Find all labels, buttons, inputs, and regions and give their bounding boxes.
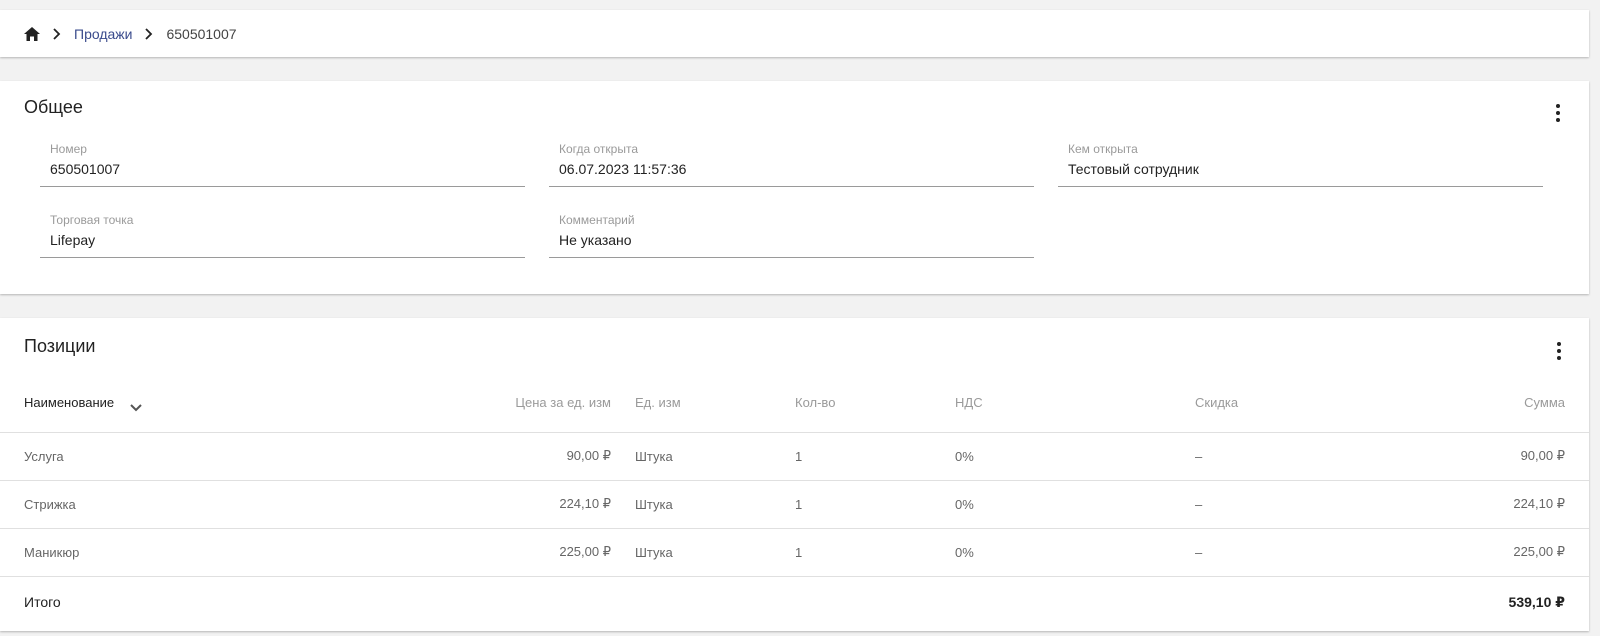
cell-name: Маникюр <box>24 544 80 560</box>
breadcrumb: Продажи 650501007 <box>0 10 1589 57</box>
column-header-discount: Скидка <box>1195 374 1395 433</box>
chevron-right-icon <box>144 27 154 40</box>
positions-title: Позиции <box>24 336 96 356</box>
general-card: Общее Номер 650501007 Когда открыта 06.0… <box>0 81 1589 294</box>
opened-at-label: Когда открыта <box>559 142 639 156</box>
opened-by-label: Кем открыта <box>1068 142 1138 156</box>
total-row: Итого 539,10 ₽ <box>0 576 1589 628</box>
cell-unit-price: 225,00 ₽ <box>559 544 611 559</box>
table-row[interactable]: Стрижка 224,10 ₽ Штука 1 0% – 224,10 ₽ <box>0 480 1589 528</box>
cell-vat: 0% <box>955 544 974 560</box>
cell-unit: Штука <box>635 448 673 464</box>
column-header-unit: Ед. изм <box>635 374 795 433</box>
table-row[interactable]: Услуга 90,00 ₽ Штука 1 0% – 90,00 ₽ <box>0 432 1589 480</box>
column-header-qty: Кол-во <box>795 374 955 433</box>
cell-discount: – <box>1195 448 1203 464</box>
breadcrumb-current: 650501007 <box>166 25 237 42</box>
opened-by-value: Тестовый сотрудник <box>1068 161 1199 177</box>
cell-unit-price: 90,00 ₽ <box>566 448 611 463</box>
comment-label: Комментарий <box>559 213 635 227</box>
more-vert-icon[interactable] <box>1556 342 1562 360</box>
breadcrumb-link-sales[interactable]: Продажи <box>74 26 132 42</box>
cell-name: Услуга <box>24 448 64 464</box>
cell-unit: Штука <box>635 544 673 560</box>
cell-sum: 90,00 ₽ <box>1520 448 1565 463</box>
comment-value: Не указано <box>559 232 632 248</box>
total-label: Итого <box>24 594 61 611</box>
home-icon[interactable] <box>24 26 40 41</box>
cell-qty: 1 <box>795 448 803 464</box>
cell-name: Стрижка <box>24 496 76 512</box>
cell-qty: 1 <box>795 496 803 512</box>
opened-at-value: 06.07.2023 11:57:36 <box>559 161 687 177</box>
table-header-row: Наименование Цена за ед. изм Ед. изм Кол… <box>0 374 1589 433</box>
cell-qty: 1 <box>795 544 803 560</box>
chevron-down-icon[interactable] <box>130 400 142 412</box>
cell-unit-price: 224,10 ₽ <box>559 496 611 511</box>
comment-field[interactable]: Комментарий Не указано <box>549 213 1034 258</box>
opened-at-field[interactable]: Когда открыта 06.07.2023 11:57:36 <box>549 142 1034 187</box>
column-header-vat: НДС <box>955 374 1195 433</box>
cell-sum: 225,00 ₽ <box>1513 544 1565 559</box>
column-header-name[interactable]: Наименование <box>0 374 290 433</box>
general-title: Общее <box>24 97 83 117</box>
chevron-right-icon <box>52 27 62 40</box>
table-row[interactable]: Маникюр 225,00 ₽ Штука 1 0% – 225,00 ₽ <box>0 528 1589 576</box>
number-field[interactable]: Номер 650501007 <box>40 142 525 187</box>
store-label: Торговая точка <box>50 213 134 227</box>
opened-by-field[interactable]: Кем открыта Тестовый сотрудник <box>1058 142 1543 187</box>
cell-discount: – <box>1195 496 1203 512</box>
cell-vat: 0% <box>955 448 974 464</box>
total-value: 539,10 ₽ <box>1508 593 1565 610</box>
more-vert-icon[interactable] <box>1555 104 1561 122</box>
cell-unit: Штука <box>635 496 673 512</box>
store-field[interactable]: Торговая точка Lifepay <box>40 213 525 258</box>
store-value: Lifepay <box>50 232 96 248</box>
column-header-sum: Сумма <box>1395 374 1589 433</box>
number-value: 650501007 <box>50 161 121 177</box>
column-header-unit-price: Цена за ед. изм <box>290 374 635 433</box>
positions-table: Наименование Цена за ед. изм Ед. изм Кол… <box>0 374 1589 628</box>
number-label: Номер <box>50 142 87 156</box>
positions-card: Позиции Наименование Цена за ед. изм Ед.… <box>0 318 1589 631</box>
column-header-name-label: Наименование <box>24 395 115 411</box>
cell-sum: 224,10 ₽ <box>1513 496 1565 511</box>
cell-vat: 0% <box>955 496 974 512</box>
cell-discount: – <box>1195 544 1203 560</box>
